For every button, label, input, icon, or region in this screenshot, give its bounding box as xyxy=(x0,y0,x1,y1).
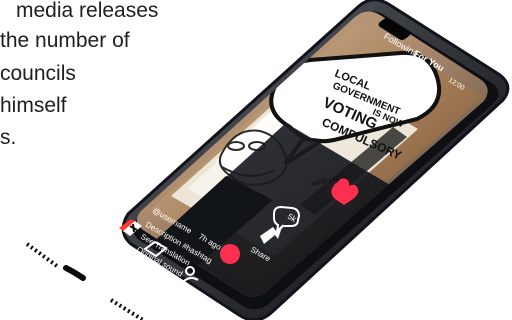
nav-me-label[interactable]: Me xyxy=(171,281,183,292)
back-icon[interactable] xyxy=(29,229,42,246)
speaker-grill-left xyxy=(25,242,59,268)
charging-port xyxy=(63,265,86,281)
nav-discover-label[interactable]: Discover xyxy=(72,215,100,235)
nav-discover[interactable]: Discover xyxy=(72,197,104,235)
mockup-scene: media releases the number of councils hi… xyxy=(0,0,512,320)
home-gesture-icon[interactable] xyxy=(88,271,100,283)
record-dot xyxy=(220,244,240,264)
nav-home[interactable]: Home xyxy=(35,179,77,215)
phone-mockup: 12:00 Following For You LOCAL GOVERNMENT… xyxy=(0,0,512,320)
recent-apps-icon[interactable] xyxy=(144,299,160,315)
speaker-grill-right xyxy=(109,298,145,320)
discover-icon xyxy=(87,197,101,211)
nav-home-label[interactable]: Home xyxy=(35,200,55,215)
phone-illustration: 12:00 Following For You LOCAL GOVERNMENT… xyxy=(25,0,510,320)
home-icon xyxy=(55,179,77,199)
